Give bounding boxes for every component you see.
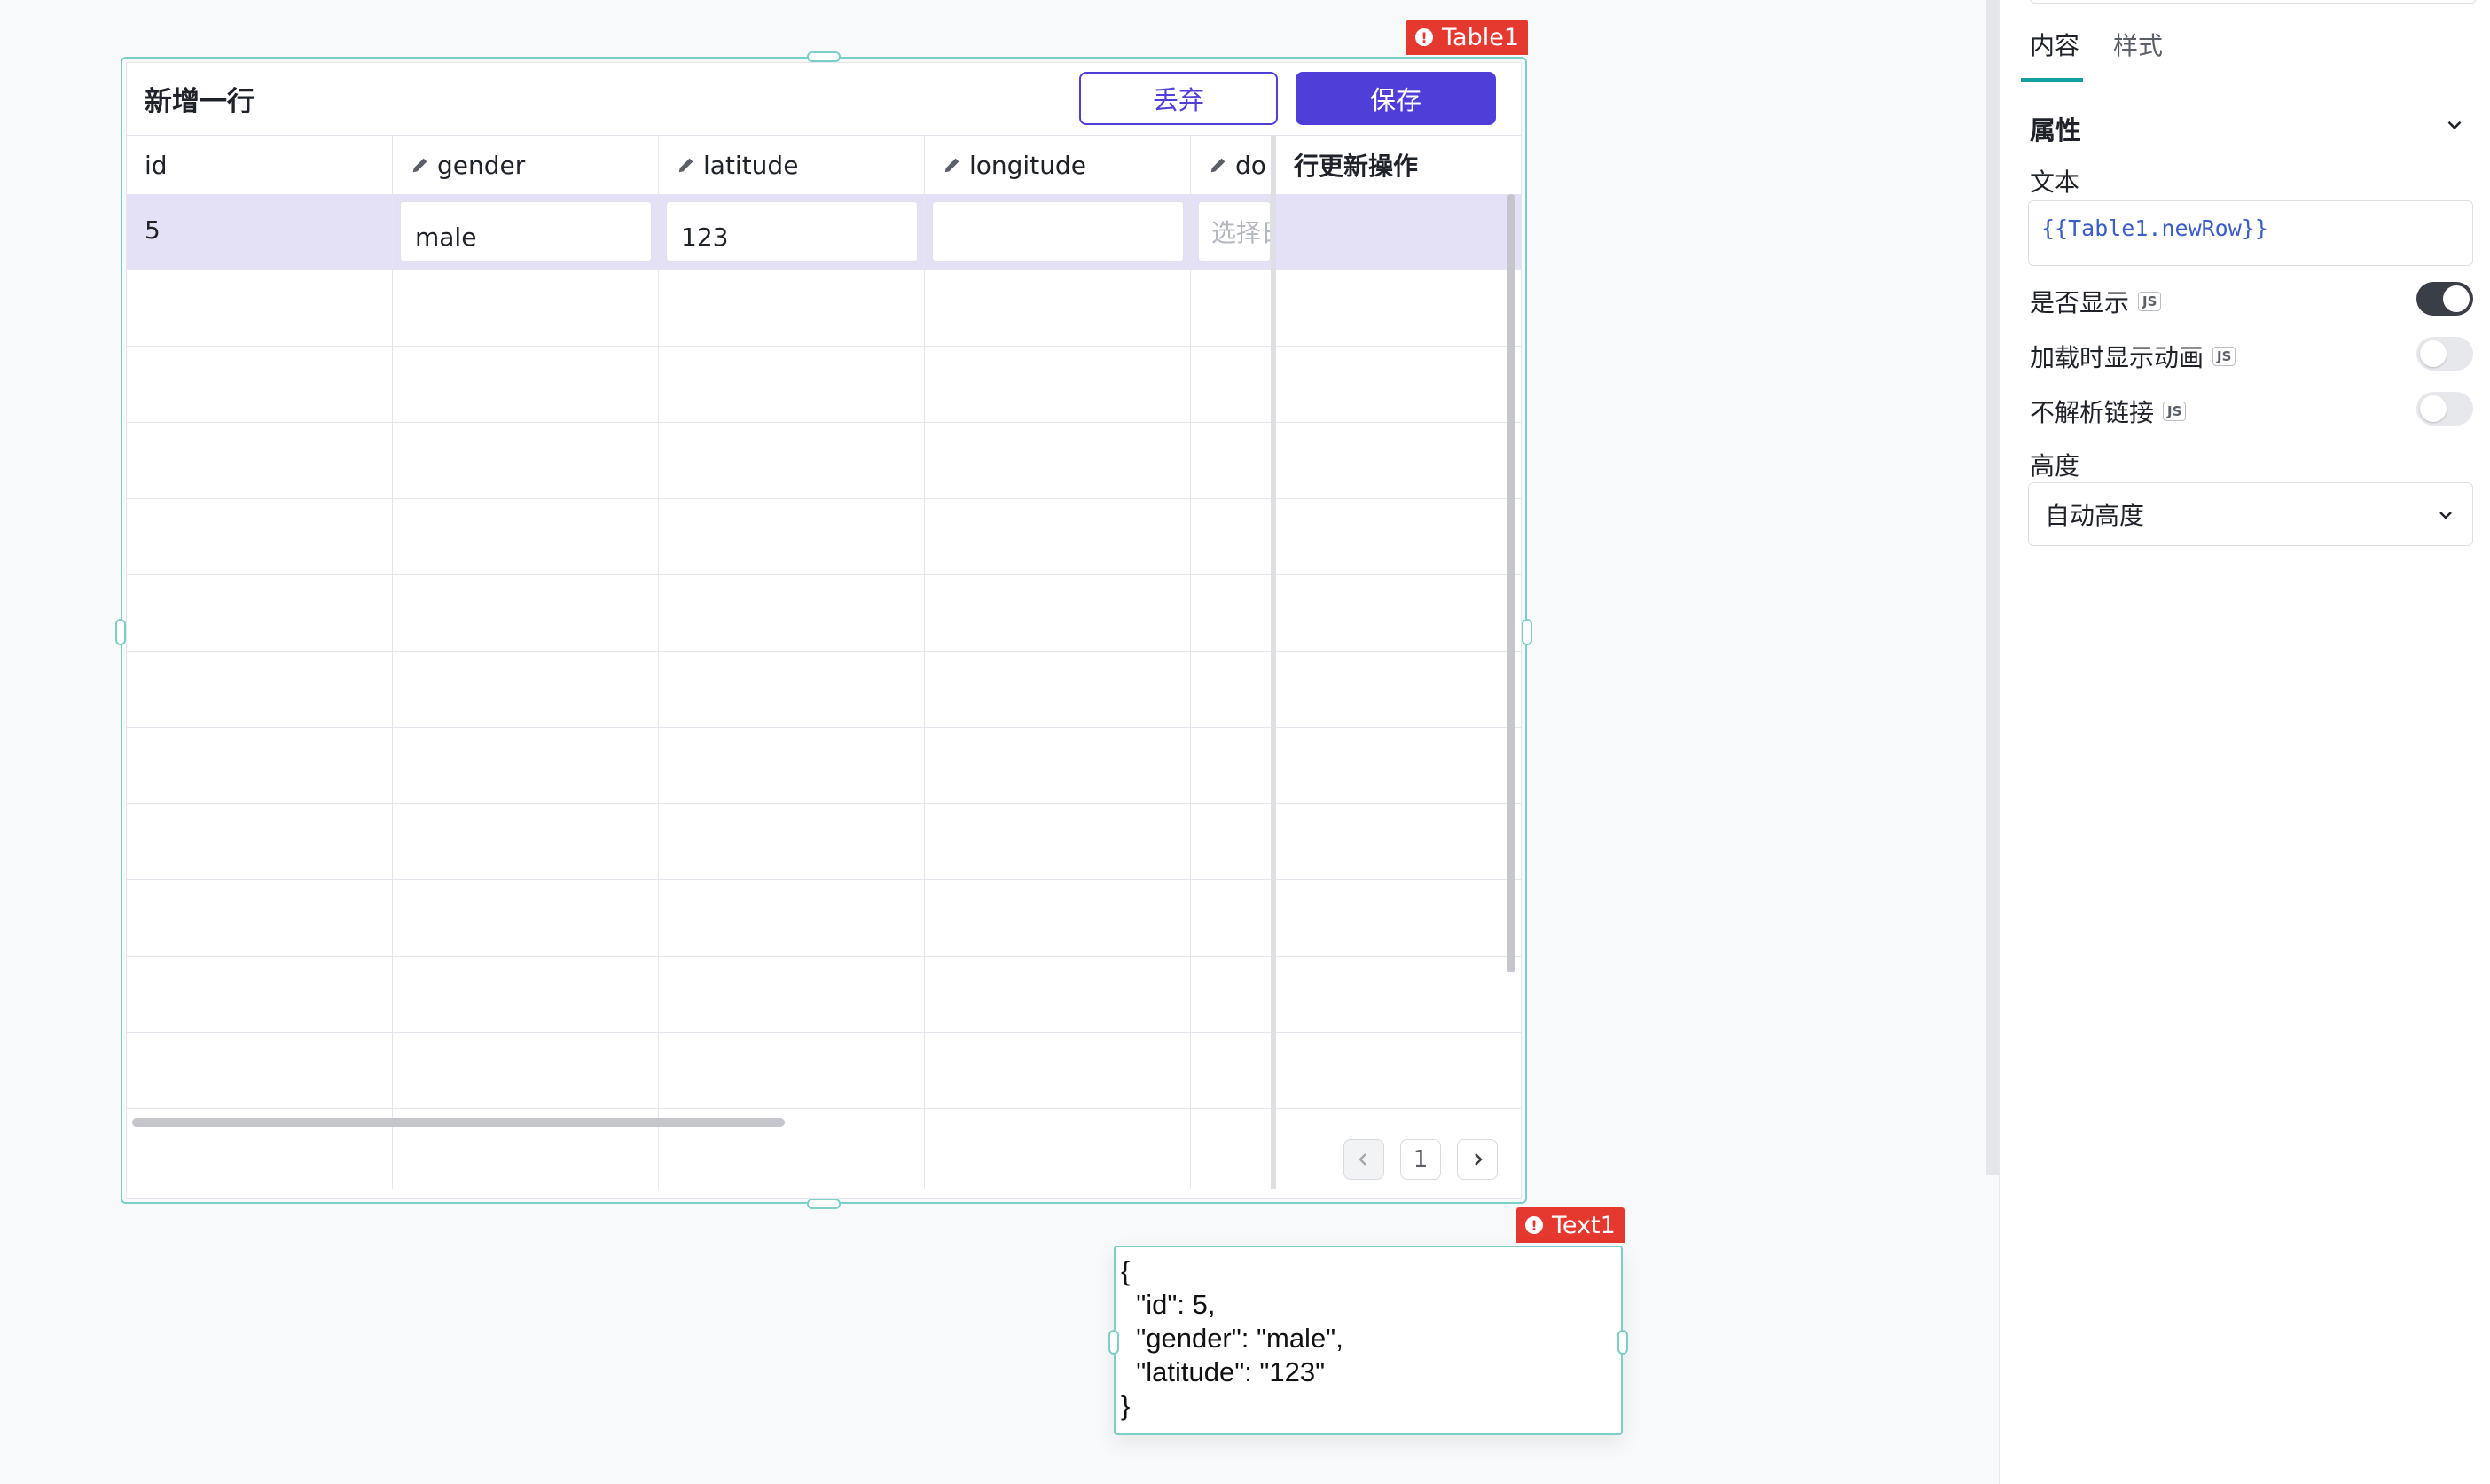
text-property-label-text: 文本 bbox=[2030, 168, 2080, 197]
column-header-gender[interactable]: gender bbox=[393, 136, 659, 194]
panel-search-box[interactable] bbox=[2030, 0, 2477, 4]
column-divider bbox=[1190, 194, 1191, 1189]
chevron-right-icon bbox=[1475, 1153, 1483, 1166]
table1-badge[interactable]: ! Table1 bbox=[1406, 20, 1528, 55]
tab-content[interactable]: 内容 bbox=[2030, 27, 2079, 62]
table-row bbox=[127, 499, 1521, 575]
save-button[interactable]: 保存 bbox=[1296, 72, 1496, 125]
table-row bbox=[127, 880, 1521, 957]
column-header-label: latitude bbox=[703, 150, 799, 180]
visible-toggle[interactable] bbox=[2416, 282, 2473, 316]
toggle-label-text: 加载时显示动画 bbox=[2030, 343, 2204, 372]
column-divider bbox=[924, 194, 925, 1189]
pencil-icon bbox=[678, 158, 693, 173]
js-toggle-button[interactable]: JS bbox=[2138, 292, 2162, 311]
error-icon: ! bbox=[1525, 1216, 1543, 1234]
longitude-cell-input[interactable] bbox=[932, 201, 1184, 262]
table-toolbar: 新增一行 丢弃 保存 bbox=[127, 63, 1521, 136]
date-picker-cell[interactable]: 选择日 bbox=[1198, 201, 1271, 262]
gender-cell-input[interactable]: male bbox=[400, 201, 652, 262]
prev-page-button[interactable] bbox=[1343, 1139, 1384, 1180]
column-header-label: 行更新操作 bbox=[1294, 152, 1419, 181]
toggle-label-loading: 加载时显示动画 JS bbox=[2030, 339, 2236, 374]
toggle-label-visible: 是否显示 JS bbox=[2030, 284, 2162, 319]
resize-handle-top[interactable] bbox=[807, 51, 841, 62]
property-panel: 内容 样式 属性 文本 {{Table1.newRow}} 是否显示 JS 加载… bbox=[1999, 0, 2490, 1484]
table-row bbox=[127, 423, 1521, 499]
column-header-row-actions: 行更新操作 bbox=[1276, 136, 1521, 194]
discard-button[interactable]: 丢弃 bbox=[1079, 72, 1278, 125]
column-header-latitude[interactable]: latitude bbox=[659, 136, 925, 194]
column-divider bbox=[658, 194, 659, 1189]
pencil-icon bbox=[412, 158, 427, 173]
tab-style[interactable]: 样式 bbox=[2113, 27, 2163, 62]
horizontal-scrollbar[interactable] bbox=[132, 1118, 785, 1127]
table-row bbox=[127, 575, 1521, 652]
next-page-button[interactable] bbox=[1457, 1139, 1498, 1180]
table-row bbox=[127, 347, 1521, 423]
table-row bbox=[127, 728, 1521, 804]
text1-badge[interactable]: ! Text1 bbox=[1516, 1207, 1625, 1243]
pencil-icon bbox=[944, 158, 959, 173]
column-header-label: id bbox=[145, 150, 168, 180]
column-header-do[interactable]: do bbox=[1191, 136, 1272, 194]
toggle-label-text: 不解析链接 bbox=[2030, 398, 2155, 427]
column-divider bbox=[392, 194, 393, 1189]
latitude-cell-input[interactable]: 123 bbox=[666, 201, 918, 262]
column-header-id[interactable]: id bbox=[127, 136, 393, 194]
text1-content: { "id": 5, "gender": "male", "latitude":… bbox=[1121, 1255, 1343, 1421]
js-toggle-button[interactable]: JS bbox=[2163, 402, 2187, 421]
page-number-button[interactable]: 1 bbox=[1400, 1139, 1441, 1180]
height-label-text: 高度 bbox=[2030, 451, 2080, 480]
chevron-down-icon bbox=[2439, 512, 2452, 519]
text-property-input[interactable]: {{Table1.newRow}} bbox=[2028, 200, 2473, 266]
disable-link-parsing-toggle[interactable] bbox=[2416, 392, 2473, 426]
toggle-label-links: 不解析链接 JS bbox=[2030, 394, 2187, 429]
vertical-scrollbar[interactable] bbox=[1507, 194, 1515, 972]
column-header-label: longitude bbox=[969, 150, 1086, 180]
resize-handle-left[interactable] bbox=[1108, 1330, 1119, 1355]
toggle-label-text: 是否显示 bbox=[2030, 288, 2130, 317]
table1[interactable]: 新增一行 丢弃 保存 id gender latitude longitude … bbox=[126, 62, 1522, 1199]
column-header-longitude[interactable]: longitude bbox=[925, 136, 1191, 194]
text-property-label: 文本 bbox=[2030, 163, 2079, 199]
table-row bbox=[127, 804, 1521, 880]
column-header-label: do bbox=[1235, 150, 1266, 180]
height-select-value: 自动高度 bbox=[2045, 501, 2145, 530]
js-toggle-button[interactable]: JS bbox=[2212, 347, 2236, 366]
table-title: 新增一行 bbox=[145, 86, 254, 118]
resize-handle-bottom[interactable] bbox=[807, 1199, 841, 1209]
frozen-column-divider bbox=[1271, 136, 1276, 1189]
text1[interactable]: { "id": 5, "gender": "male", "latitude":… bbox=[1114, 1246, 1623, 1435]
error-icon: ! bbox=[1415, 28, 1433, 46]
height-label: 高度 bbox=[2030, 447, 2079, 482]
chevron-left-icon bbox=[1359, 1153, 1366, 1166]
resize-handle-right[interactable] bbox=[1522, 619, 1532, 645]
pencil-icon bbox=[1210, 158, 1225, 173]
loading-animation-toggle[interactable] bbox=[2416, 337, 2473, 371]
column-header-label: gender bbox=[437, 150, 526, 180]
table-row bbox=[127, 270, 1521, 347]
table-row bbox=[127, 957, 1521, 1033]
chevron-down-icon[interactable] bbox=[2443, 113, 2466, 137]
cell-id: 5 bbox=[145, 215, 161, 245]
height-select[interactable]: 自动高度 bbox=[2028, 482, 2473, 546]
resize-handle-left[interactable] bbox=[115, 619, 126, 645]
panel-resizer[interactable] bbox=[1986, 0, 1999, 1175]
table-row bbox=[127, 652, 1521, 728]
table-row bbox=[127, 1033, 1521, 1109]
table1-badge-label: Table1 bbox=[1442, 23, 1519, 51]
text1-badge-label: Text1 bbox=[1552, 1211, 1616, 1239]
section-title-properties[interactable]: 属性 bbox=[2030, 110, 2081, 147]
resize-handle-right[interactable] bbox=[1617, 1330, 1628, 1355]
canvas: ! Table1 新增一行 丢弃 保存 id gender latitude l… bbox=[0, 0, 1924, 1484]
